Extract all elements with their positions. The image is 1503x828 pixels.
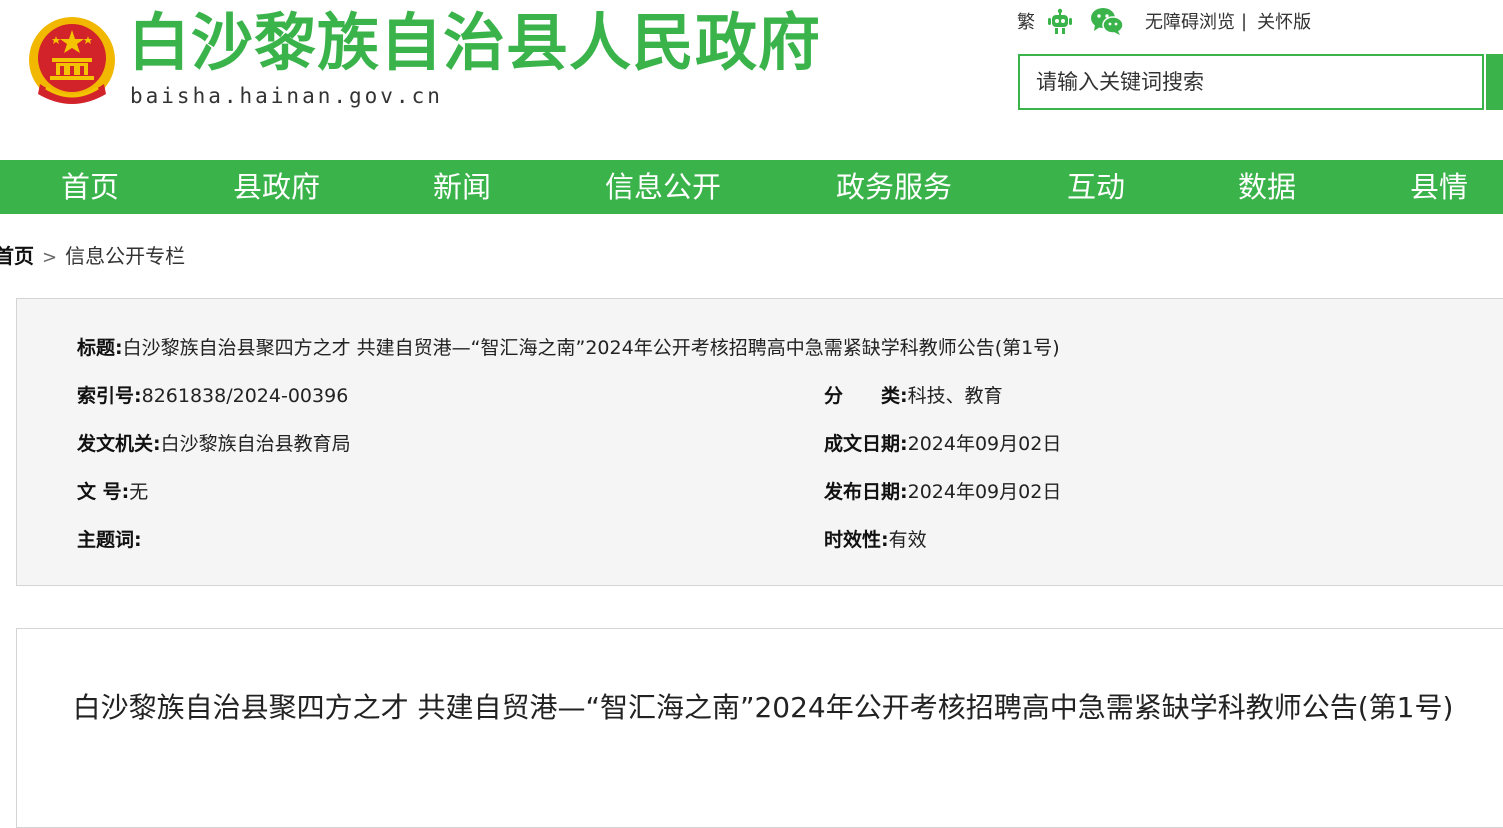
info-title-label: 标题:	[77, 337, 123, 359]
info-index-label: 索引号:	[77, 385, 142, 407]
breadcrumb: 首页 > 信息公开专栏	[0, 240, 185, 269]
nav-item-interaction[interactable]: 互动	[1067, 160, 1125, 214]
top-links: 繁 无障碍浏览 | 关怀版	[1017, 4, 1311, 38]
info-issuer-value: 白沙黎族自治县教育局	[160, 433, 351, 455]
info-written-date-label: 成文日期:	[824, 433, 908, 455]
national-emblem-icon	[26, 14, 118, 112]
info-written-date-value: 2024年09月02日	[907, 433, 1062, 455]
info-validity-label: 时效性:	[824, 529, 889, 551]
document-info-panel: 标题:白沙黎族自治县聚四方之才 共建自贸港—“智汇海之南”2024年公开考核招聘…	[16, 298, 1503, 586]
link-separator: |	[1241, 10, 1248, 32]
info-title-value: 白沙黎族自治县聚四方之才 共建自贸港—“智汇海之南”2024年公开考核招聘高中急…	[122, 337, 1060, 359]
nav-item-news[interactable]: 新闻	[433, 160, 491, 214]
breadcrumb-arrow: >	[42, 247, 58, 268]
info-published-date-row: 发布日期:2024年09月02日	[824, 479, 1061, 505]
site-domain: baisha.hainan.gov.cn	[130, 84, 443, 108]
info-docno-label: 文 号:	[77, 481, 130, 503]
info-written-date-row: 成文日期:2024年09月02日	[824, 431, 1061, 457]
info-category-row: 分 类:科技、教育	[824, 383, 1003, 409]
info-validity-value: 有效	[888, 529, 927, 551]
search-box	[1018, 54, 1484, 110]
info-published-date-label: 发布日期:	[824, 481, 908, 503]
info-title-row: 标题:白沙黎族自治县聚四方之才 共建自贸港—“智汇海之南”2024年公开考核招聘…	[77, 335, 1060, 361]
article-container: 白沙黎族自治县聚四方之才 共建自贸港—“智汇海之南”2024年公开考核招聘高中急…	[16, 628, 1503, 828]
nav-item-information-disclosure[interactable]: 信息公开	[605, 160, 721, 214]
accessibility-link[interactable]: 无障碍浏览	[1145, 8, 1235, 34]
article-title: 白沙黎族自治县聚四方之才 共建自贸港—“智汇海之南”2024年公开考核招聘高中急…	[72, 691, 1454, 724]
info-docno-row: 文 号:无	[77, 479, 148, 505]
info-validity-row: 时效性:有效	[824, 527, 927, 553]
care-mode-link[interactable]: 关怀版	[1257, 8, 1311, 34]
info-index-row: 索引号:8261838/2024-00396	[77, 383, 348, 409]
search-input[interactable]	[1020, 56, 1482, 108]
breadcrumb-home[interactable]: 首页	[0, 244, 34, 268]
search-button[interactable]	[1486, 54, 1503, 110]
traditional-chinese-link[interactable]: 繁	[1017, 8, 1035, 34]
info-docno-value: 无	[129, 481, 149, 503]
info-category-label: 分 类:	[824, 385, 908, 407]
breadcrumb-current[interactable]: 信息公开专栏	[65, 244, 185, 268]
nav-item-home[interactable]: 首页	[61, 160, 119, 214]
site-title: 白沙黎族自治县人民政府	[128, 6, 822, 79]
info-issuer-row: 发文机关:白沙黎族自治县教育局	[77, 431, 351, 457]
info-keywords-row: 主题词:	[77, 527, 142, 553]
info-keywords-label: 主题词:	[77, 529, 142, 551]
wechat-icon[interactable]	[1089, 6, 1125, 36]
nav-item-data[interactable]: 数据	[1238, 160, 1296, 214]
info-index-value: 8261838/2024-00396	[141, 385, 349, 407]
info-published-date-value: 2024年09月02日	[907, 481, 1062, 503]
info-category-value: 科技、教育	[907, 385, 1003, 407]
robot-icon[interactable]	[1045, 6, 1075, 36]
info-issuer-label: 发文机关:	[77, 433, 161, 455]
main-nav: 首页 县政府 新闻 信息公开 政务服务 互动 数据 县情	[0, 160, 1503, 214]
nav-item-county-government[interactable]: 县政府	[233, 160, 320, 214]
nav-item-county-profile[interactable]: 县情	[1410, 160, 1468, 214]
nav-item-government-services[interactable]: 政务服务	[836, 160, 952, 214]
